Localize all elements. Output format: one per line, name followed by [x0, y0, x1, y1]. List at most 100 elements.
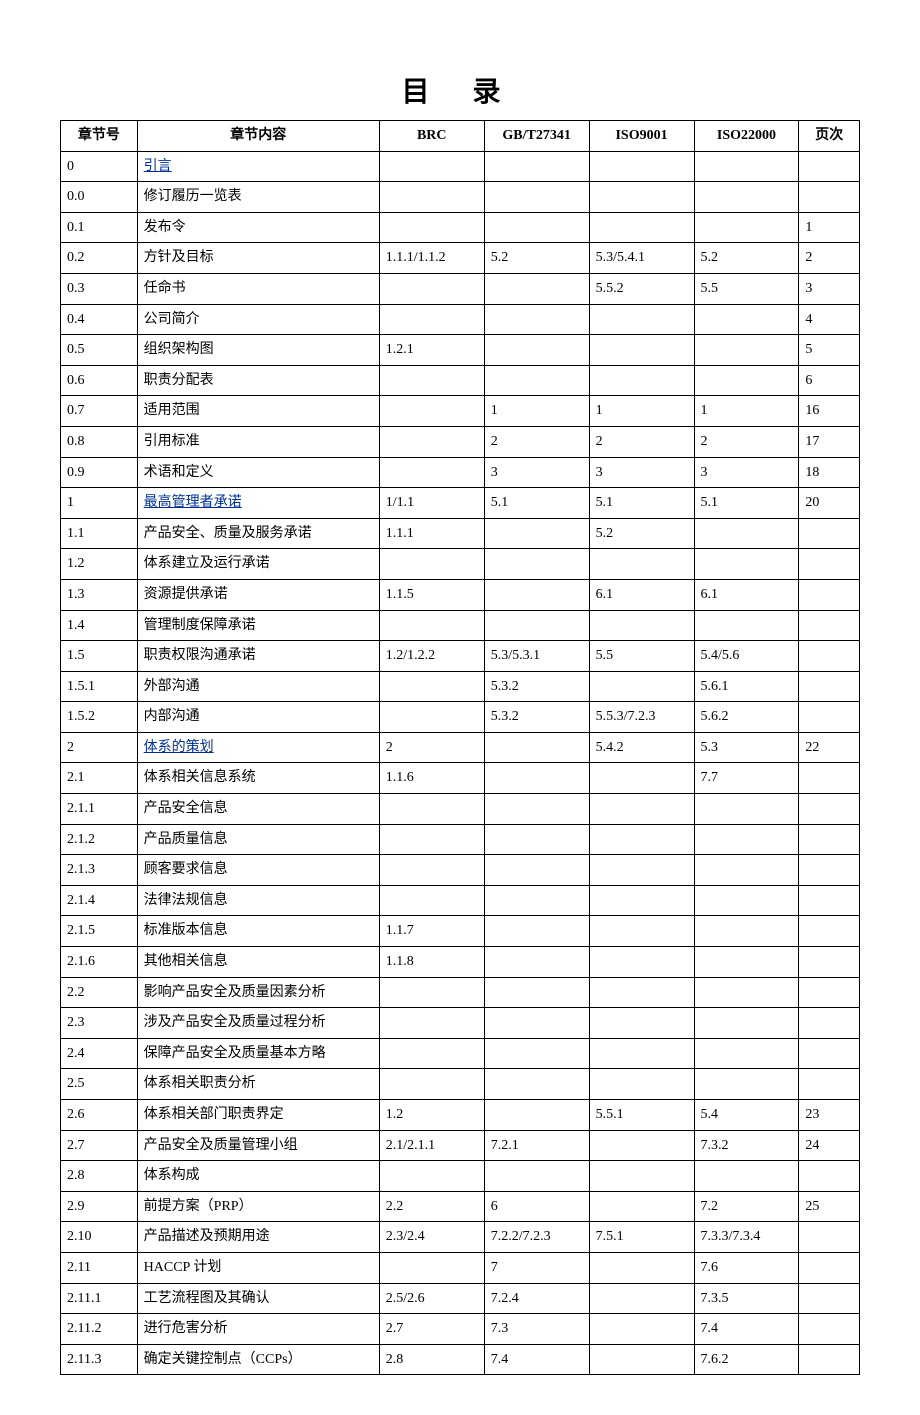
table-row: 2.3涉及产品安全及质量过程分析: [61, 1008, 860, 1039]
table-row: 2体系的策划25.4.25.322: [61, 732, 860, 763]
cell-iso22: 2: [694, 426, 799, 457]
cell-gbt: [484, 365, 589, 396]
cell-content: 最高管理者承诺: [137, 488, 379, 519]
table-row: 2.1.6其他相关信息1.1.8: [61, 947, 860, 978]
cell-content: 法律法规信息: [137, 885, 379, 916]
cell-gbt: 6: [484, 1191, 589, 1222]
cell-brc: 1.1.8: [379, 947, 484, 978]
table-row: 0.4公司简介4: [61, 304, 860, 335]
cell-section: 0.9: [61, 457, 138, 488]
cell-content: 引用标准: [137, 426, 379, 457]
toc-link[interactable]: 体系的策划: [144, 740, 214, 755]
cell-page: 22: [799, 732, 860, 763]
cell-gbt: 5.3.2: [484, 671, 589, 702]
cell-content: 适用范围: [137, 396, 379, 427]
cell-page: [799, 1314, 860, 1345]
toc-link[interactable]: 引言: [144, 159, 172, 174]
cell-iso9: 5.5.2: [589, 273, 694, 304]
cell-brc: 1.1.1: [379, 518, 484, 549]
cell-content: 工艺流程图及其确认: [137, 1283, 379, 1314]
cell-content: 保障产品安全及质量基本方略: [137, 1038, 379, 1069]
table-row: 0 引言: [61, 151, 860, 182]
cell-iso22: 7.2: [694, 1191, 799, 1222]
cell-section: 2.1.3: [61, 855, 138, 886]
cell-iso9: [589, 916, 694, 947]
cell-content: 产品质量信息: [137, 824, 379, 855]
cell-gbt: [484, 579, 589, 610]
cell-iso9: [589, 855, 694, 886]
col-brc: BRC: [379, 121, 484, 152]
cell-section: 2: [61, 732, 138, 763]
cell-section: 1: [61, 488, 138, 519]
cell-page: [799, 794, 860, 825]
cell-page: [799, 1161, 860, 1192]
cell-iso9: 5.4.2: [589, 732, 694, 763]
cell-section: 2.11.1: [61, 1283, 138, 1314]
col-iso9001: ISO9001: [589, 121, 694, 152]
cell-brc: [379, 610, 484, 641]
cell-iso22: [694, 610, 799, 641]
cell-section: 0: [61, 151, 138, 182]
table-row: 1.5职责权限沟通承诺1.2/1.2.25.3/5.3.15.55.4/5.6: [61, 641, 860, 672]
cell-section: 2.6: [61, 1100, 138, 1131]
cell-gbt: [484, 549, 589, 580]
cell-iso22: [694, 151, 799, 182]
cell-content: 引言: [137, 151, 379, 182]
table-row: 1.5.1外部沟通5.3.25.6.1: [61, 671, 860, 702]
cell-gbt: 7: [484, 1252, 589, 1283]
cell-iso9: [589, 671, 694, 702]
cell-iso22: 5.6.1: [694, 671, 799, 702]
cell-page: 18: [799, 457, 860, 488]
table-row: 2.11.3确定关键控制点（CCPs）2.87.47.6.2: [61, 1344, 860, 1375]
cell-brc: 2.7: [379, 1314, 484, 1345]
cell-page: 16: [799, 396, 860, 427]
cell-gbt: [484, 1038, 589, 1069]
cell-iso22: [694, 1069, 799, 1100]
cell-content: 产品安全及质量管理小组: [137, 1130, 379, 1161]
table-row: 1.4管理制度保障承诺: [61, 610, 860, 641]
cell-brc: [379, 702, 484, 733]
cell-page: 20: [799, 488, 860, 519]
cell-iso22: [694, 1038, 799, 1069]
cell-iso9: [589, 977, 694, 1008]
cell-content: 体系相关职责分析: [137, 1069, 379, 1100]
col-page: 页次: [799, 121, 860, 152]
cell-brc: [379, 549, 484, 580]
cell-page: [799, 1069, 860, 1100]
cell-page: [799, 916, 860, 947]
cell-gbt: [484, 763, 589, 794]
cell-content: 公司简介: [137, 304, 379, 335]
cell-iso22: 7.4: [694, 1314, 799, 1345]
cell-gbt: [484, 977, 589, 1008]
cell-gbt: 7.3: [484, 1314, 589, 1345]
cell-brc: [379, 1008, 484, 1039]
table-row: 1.1产品安全、质量及服务承诺1.1.15.2: [61, 518, 860, 549]
cell-gbt: [484, 855, 589, 886]
cell-gbt: 5.1: [484, 488, 589, 519]
cell-page: [799, 1008, 860, 1039]
cell-section: 2.1: [61, 763, 138, 794]
cell-content: 管理制度保障承诺: [137, 610, 379, 641]
cell-brc: [379, 396, 484, 427]
cell-section: 1.1: [61, 518, 138, 549]
cell-page: 3: [799, 273, 860, 304]
cell-page: [799, 671, 860, 702]
cell-section: 0.8: [61, 426, 138, 457]
cell-gbt: [484, 273, 589, 304]
table-row: 0.1发布令1: [61, 212, 860, 243]
cell-section: 2.7: [61, 1130, 138, 1161]
cell-page: [799, 885, 860, 916]
cell-section: 2.9: [61, 1191, 138, 1222]
table-row: 0.2方针及目标1.1.1/1.1.25.25.3/5.4.15.22: [61, 243, 860, 274]
cell-section: 1.2: [61, 549, 138, 580]
cell-page: [799, 977, 860, 1008]
toc-link[interactable]: 最高管理者承诺: [144, 495, 242, 510]
table-row: 1.5.2内部沟通5.3.25.5.3/7.2.35.6.2: [61, 702, 860, 733]
cell-iso22: 6.1: [694, 579, 799, 610]
cell-content: 进行危害分析: [137, 1314, 379, 1345]
cell-section: 0.2: [61, 243, 138, 274]
cell-gbt: [484, 1161, 589, 1192]
table-row: 1.2体系建立及运行承诺: [61, 549, 860, 580]
cell-brc: 1.1.6: [379, 763, 484, 794]
cell-page: 4: [799, 304, 860, 335]
